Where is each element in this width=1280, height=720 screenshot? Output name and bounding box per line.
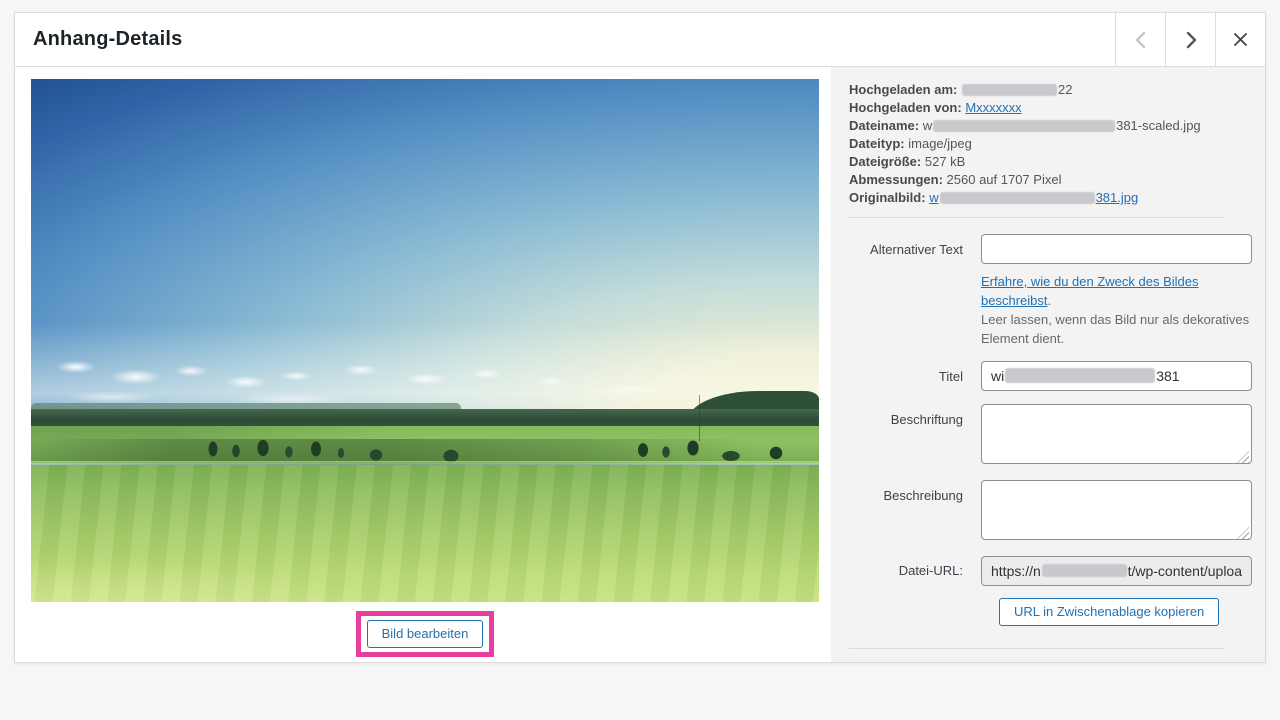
filesize-row: Dateigröße: 527 kB (849, 153, 1252, 171)
alt-text-help: Erfahre, wie du den Zweck des Bildes bes… (981, 272, 1252, 348)
filename-row: Dateiname: w381-scaled.jpg (849, 117, 1252, 135)
photo-clouds (31, 79, 819, 410)
dimensions-row: Abmessungen: 2560 auf 1707 Pixel (849, 171, 1252, 189)
page-title: Anhang-Details (15, 13, 1115, 66)
previous-attachment-button[interactable] (1115, 13, 1165, 66)
description-label: Beschreibung (849, 480, 981, 543)
next-attachment-button[interactable] (1165, 13, 1215, 66)
alt-text-help-link[interactable]: Erfahre, wie du den Zweck des Bildes bes… (981, 274, 1199, 308)
filetype-row: Dateityp: image/jpeg (849, 135, 1252, 153)
caption-row: Beschriftung (849, 404, 1252, 467)
chevron-right-icon (1183, 30, 1199, 50)
title-label: Titel (849, 361, 981, 391)
file-url-label: Datei-URL: (849, 556, 981, 586)
attachment-preview-panel: Bild bearbeiten (15, 67, 831, 662)
redacted-text (1042, 564, 1127, 577)
uploader-link[interactable]: Mxxxxxxx (965, 100, 1021, 115)
file-url-input[interactable]: https://nt/wp-content/uploa (981, 556, 1252, 586)
attachment-image (31, 79, 819, 602)
close-icon (1233, 32, 1248, 47)
copy-url-button[interactable]: URL in Zwischenablage kopieren (999, 598, 1219, 626)
attachment-meta: Hochgeladen am: 22 Hochgeladen von: Mxxx… (849, 81, 1252, 207)
alt-text-label: Alternativer Text (849, 234, 981, 348)
uploaded-by-row: Hochgeladen von: Mxxxxxxx (849, 99, 1252, 117)
description-row: Beschreibung (849, 480, 1252, 543)
original-image-link[interactable]: w381.jpg (929, 190, 1138, 205)
title-input[interactable]: wi381 (981, 361, 1252, 391)
chevron-left-icon (1133, 30, 1149, 50)
alt-text-input[interactable] (981, 234, 1252, 264)
caption-textarea[interactable] (981, 404, 1252, 464)
original-image-row: Originalbild: w381.jpg (849, 189, 1252, 207)
attachment-details-sidebar: Hochgeladen am: 22 Hochgeladen von: Mxxx… (831, 67, 1265, 662)
caption-label: Beschriftung (849, 404, 981, 467)
redacted-text (1005, 368, 1155, 383)
section-divider (849, 648, 1224, 649)
redacted-text (962, 84, 1057, 96)
photo-ground (31, 409, 819, 602)
alt-text-row: Alternativer Text Erfahre, wie du den Zw… (849, 234, 1252, 348)
modal-titlebar: Anhang-Details (15, 13, 1265, 67)
file-url-row: Datei-URL: https://nt/wp-content/uploa (849, 556, 1252, 586)
title-row: Titel wi381 (849, 361, 1252, 391)
attachment-details-modal: Anhang-Details (14, 12, 1266, 663)
section-divider (849, 217, 1224, 218)
redacted-text (940, 192, 1095, 204)
description-textarea[interactable] (981, 480, 1252, 540)
annotation-highlight-box: Bild bearbeiten (356, 611, 495, 657)
edit-image-button[interactable]: Bild bearbeiten (367, 620, 484, 648)
close-modal-button[interactable] (1215, 13, 1265, 66)
uploaded-on-row: Hochgeladen am: 22 (849, 81, 1252, 99)
redacted-text (933, 120, 1115, 132)
